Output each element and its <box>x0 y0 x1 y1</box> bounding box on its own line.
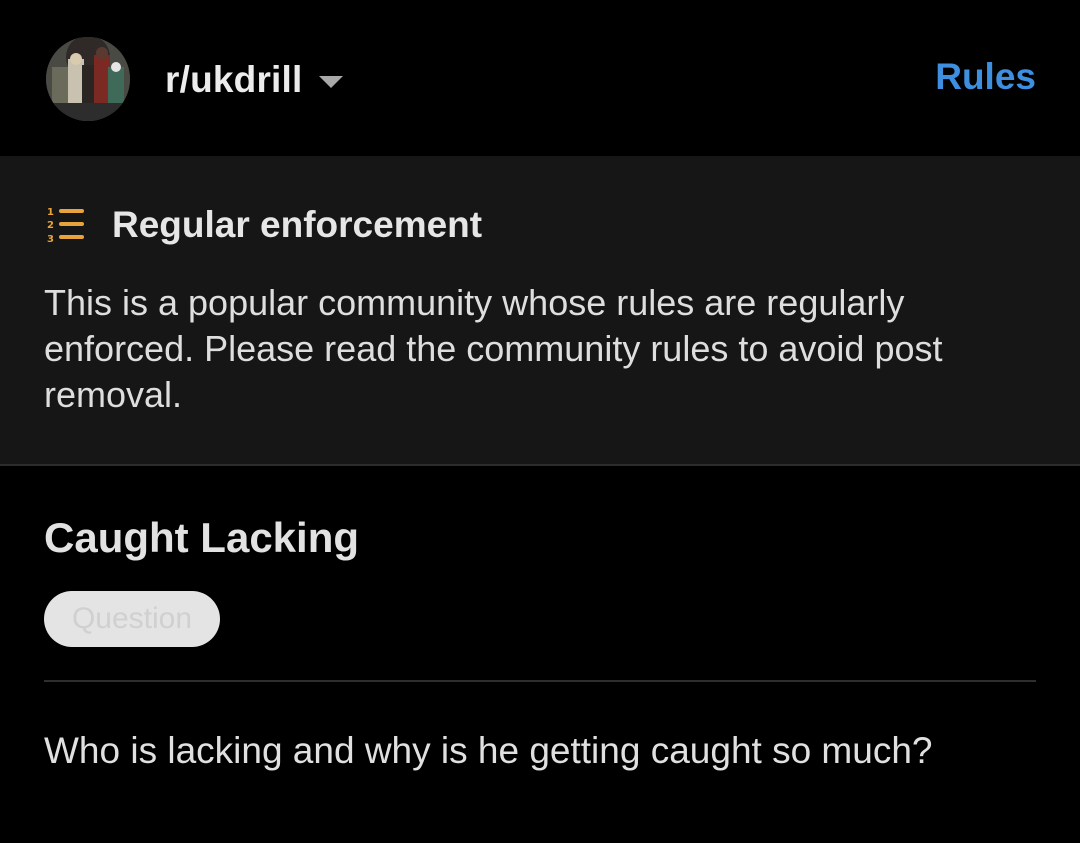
community-header: r/ukdrill Rules <box>0 0 1080 156</box>
post-flair[interactable]: Question <box>44 591 220 647</box>
community-avatar[interactable] <box>46 37 130 121</box>
svg-text:2: 2 <box>47 220 54 231</box>
banner-header: 1 2 3 Regular enforcement <box>46 204 482 246</box>
caret-down-icon <box>318 76 343 88</box>
post-screen: r/ukdrill Rules 1 2 3 Regular enforcemen… <box>0 0 1080 843</box>
banner-title: Regular enforcement <box>112 204 483 245</box>
post-body: Who is lacking and why is he getting cau… <box>44 730 933 771</box>
post-title: Caught Lacking <box>44 514 360 561</box>
svg-text:1: 1 <box>47 207 54 218</box>
community-name: r/ukdrill <box>165 59 303 100</box>
banner-message: This is a popular community whose rules … <box>44 282 943 415</box>
community-switcher[interactable]: r/ukdrill <box>165 52 343 108</box>
rules-link[interactable]: Rules <box>935 56 1036 98</box>
enforcement-banner: 1 2 3 Regular enforcement This is a popu… <box>0 156 1080 466</box>
svg-text:3: 3 <box>47 234 54 244</box>
divider <box>44 680 1036 682</box>
numbered-list-icon: 1 2 3 <box>47 207 84 244</box>
avatar-image <box>46 37 130 121</box>
